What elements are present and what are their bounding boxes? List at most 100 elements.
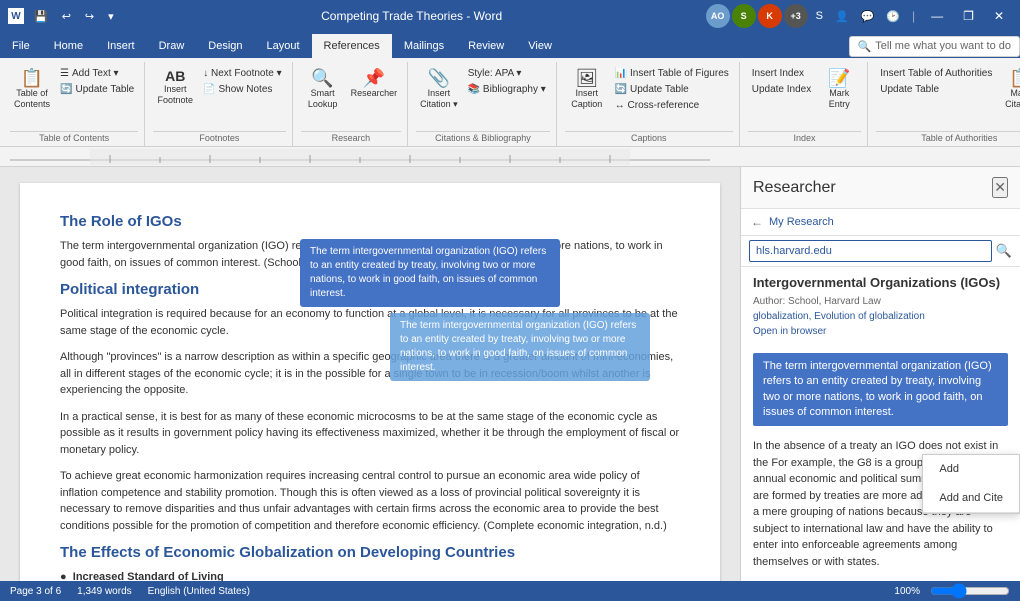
research-group-label: Research [301,131,402,144]
group-captions: 🖼 Insert Caption 📊 Insert Table of Figur… [559,62,740,146]
footnotes-group-label: Footnotes [153,131,285,144]
status-bar: Page 3 of 6 1,349 words English (United … [0,581,1020,601]
ribbon: File Home Insert Draw Design Layout Refe… [0,32,1020,147]
index-buttons: Insert Index Update Index 📝 Mark Entry [748,66,862,129]
minimize-button[interactable]: — [923,5,951,27]
researcher-icon: 📌 [363,69,385,87]
group-footnotes: AB Insert Footnote ↓ Next Footnote ▾ 📄 S… [147,62,292,146]
cite-context-menu: Add Add and Cite [922,454,1020,514]
zoom-slider[interactable] [930,583,1010,599]
panel-body[interactable]: The term intergovernmental organization … [741,345,1020,581]
auth-buttons: Insert Table of Authorities Update Table… [876,66,1020,129]
document-page[interactable]: The Role of IGOs The term intergovernmen… [20,183,720,581]
citation-icon: 📎 [428,69,450,87]
word-count: 1,349 words [77,586,131,597]
ruler-svg [10,149,710,165]
index-group-label: Index [748,131,862,144]
history-button[interactable]: 🕑 [882,8,904,25]
avatar-user1: AO [706,4,730,28]
style-button[interactable]: Style: APA ▾ [464,66,550,81]
panel-title: Researcher [753,179,836,197]
update-table-captions-button[interactable]: 🔄 Update Table [611,82,733,97]
citations-col: Style: APA ▾ 📚 Bibliography ▾ [464,66,550,97]
researcher-button[interactable]: 📌 Researcher [347,66,402,101]
insert-table-of-figures-button[interactable]: 📊 Insert Table of Figures [611,66,733,81]
toc-icon: 📋 [21,69,43,87]
skype-button[interactable]: S [812,8,827,24]
effects-para1: ● Increased Standard of Living [60,569,680,581]
smart-lookup-button[interactable]: 🔍 Smart Lookup [301,66,345,112]
cross-reference-button[interactable]: ↔ Cross-reference [611,98,733,113]
redo-button[interactable]: ↪ [81,8,98,25]
search-input[interactable] [749,240,992,262]
my-research-link[interactable]: My Research [769,216,834,228]
ribbon-tabs: File Home Insert Draw Design Layout Refe… [0,32,1020,58]
ribbon-content: 📋 Table of Contents ☰ Add Text ▾ 🔄 Updat… [0,58,1020,146]
citations-buttons: 📎 Insert Citation ▾ Style: APA ▾ 📚 Bibli… [416,66,550,129]
source-title: Intergovernmental Organizations (IGOs) [753,275,1008,292]
close-button[interactable]: ✕ [986,5,1012,27]
add-and-cite-menu-item[interactable]: Add and Cite [923,484,1019,514]
add-menu-item[interactable]: Add [923,455,1019,484]
search-submit-icon[interactable]: 🔍 [996,243,1012,259]
next-footnote-button[interactable]: ↓ Next Footnote ▾ [199,66,285,81]
footnote-icon: AB [165,69,185,83]
show-notes-button[interactable]: 📄 Show Notes [199,82,285,97]
title-bar-right: AO S K +3 S 👤 💬 🕑 | — ❐ ✕ [706,4,1012,28]
footnotes-buttons: AB Insert Footnote ↓ Next Footnote ▾ 📄 S… [153,66,285,129]
insert-caption-button[interactable]: 🖼 Insert Caption [565,66,609,112]
tab-insert[interactable]: Insert [95,34,147,58]
document-title: Competing Trade Theories - Word [118,9,706,23]
tell-me-box[interactable]: 🔍 Tell me what you want to do [849,36,1020,57]
researcher-panel: Researcher ✕ ← My Research 🔍 Intergovern… [740,167,1020,581]
undo-button[interactable]: ↩ [58,8,75,25]
table-of-contents-button[interactable]: 📋 Table of Contents [10,66,54,112]
tab-view[interactable]: View [516,34,564,58]
group-table-of-auth: Insert Table of Authorities Update Table… [870,62,1020,146]
tell-me-label: Tell me what you want to do [875,40,1011,52]
update-index-button[interactable]: Update Index [748,82,816,97]
tab-home[interactable]: Home [42,34,95,58]
page-count: Page 3 of 6 [10,586,61,597]
update-table-button[interactable]: 🔄 Update Table [56,82,138,97]
insert-footnote-button[interactable]: AB Insert Footnote [153,66,197,108]
add-text-button[interactable]: ☰ Add Text ▾ [56,66,138,81]
tab-references[interactable]: References [312,34,392,58]
insert-index-button[interactable]: Insert Index [748,66,816,81]
mark-citation-button[interactable]: 📋 Mark Citation [998,66,1020,112]
update-table-auth-button[interactable]: Update Table [876,82,996,97]
panel-close-button[interactable]: ✕ [992,177,1008,198]
source-author: Author: School, Harvard Law [753,296,1008,307]
group-research: 🔍 Smart Lookup 📌 Researcher Research [295,62,409,146]
tooltip-bubble-2: The term intergovernmental organization … [390,313,650,381]
avatar-user2: S [732,4,756,28]
mark-entry-button[interactable]: 📝 Mark Entry [817,66,861,112]
tab-mailings[interactable]: Mailings [392,34,456,58]
tab-review[interactable]: Review [456,34,516,58]
auth-group-label: Table of Authorities [876,131,1020,144]
qat-more-button[interactable]: ▾ [104,8,118,25]
back-arrow[interactable]: ← [751,215,763,229]
tab-file[interactable]: File [0,34,42,58]
political-para3: In a practical sense, it is best for as … [60,409,680,459]
open-in-browser-link[interactable]: Open in browser [753,326,1008,337]
captions-group-label: Captions [565,131,733,144]
bibliography-button[interactable]: 📚 Bibliography ▾ [464,82,550,97]
addtext-icon: ☰ [60,68,69,79]
insert-citation-button[interactable]: 📎 Insert Citation ▾ [416,66,462,113]
restore-button[interactable]: ❐ [955,5,982,27]
auth-col: Insert Table of Authorities Update Table [876,66,996,97]
footnotes-col: ↓ Next Footnote ▾ 📄 Show Notes [199,66,285,97]
toc-col: ☰ Add Text ▾ 🔄 Update Table [56,66,138,97]
mark-entry-icon: 📝 [828,69,850,87]
captions-buttons: 🖼 Insert Caption 📊 Insert Table of Figur… [565,66,733,129]
save-button[interactable]: 💾 [30,8,52,25]
share-button[interactable]: 👤 [831,8,853,25]
tooltip-bubble-1: The term intergovernmental organization … [300,239,560,307]
comments-button[interactable]: 💬 [857,8,879,25]
tab-draw[interactable]: Draw [147,34,197,58]
insert-table-of-auth-button[interactable]: Insert Table of Authorities [876,66,996,81]
search-icon: 🔍 [858,40,872,53]
tab-layout[interactable]: Layout [255,34,312,58]
tab-design[interactable]: Design [196,34,254,58]
